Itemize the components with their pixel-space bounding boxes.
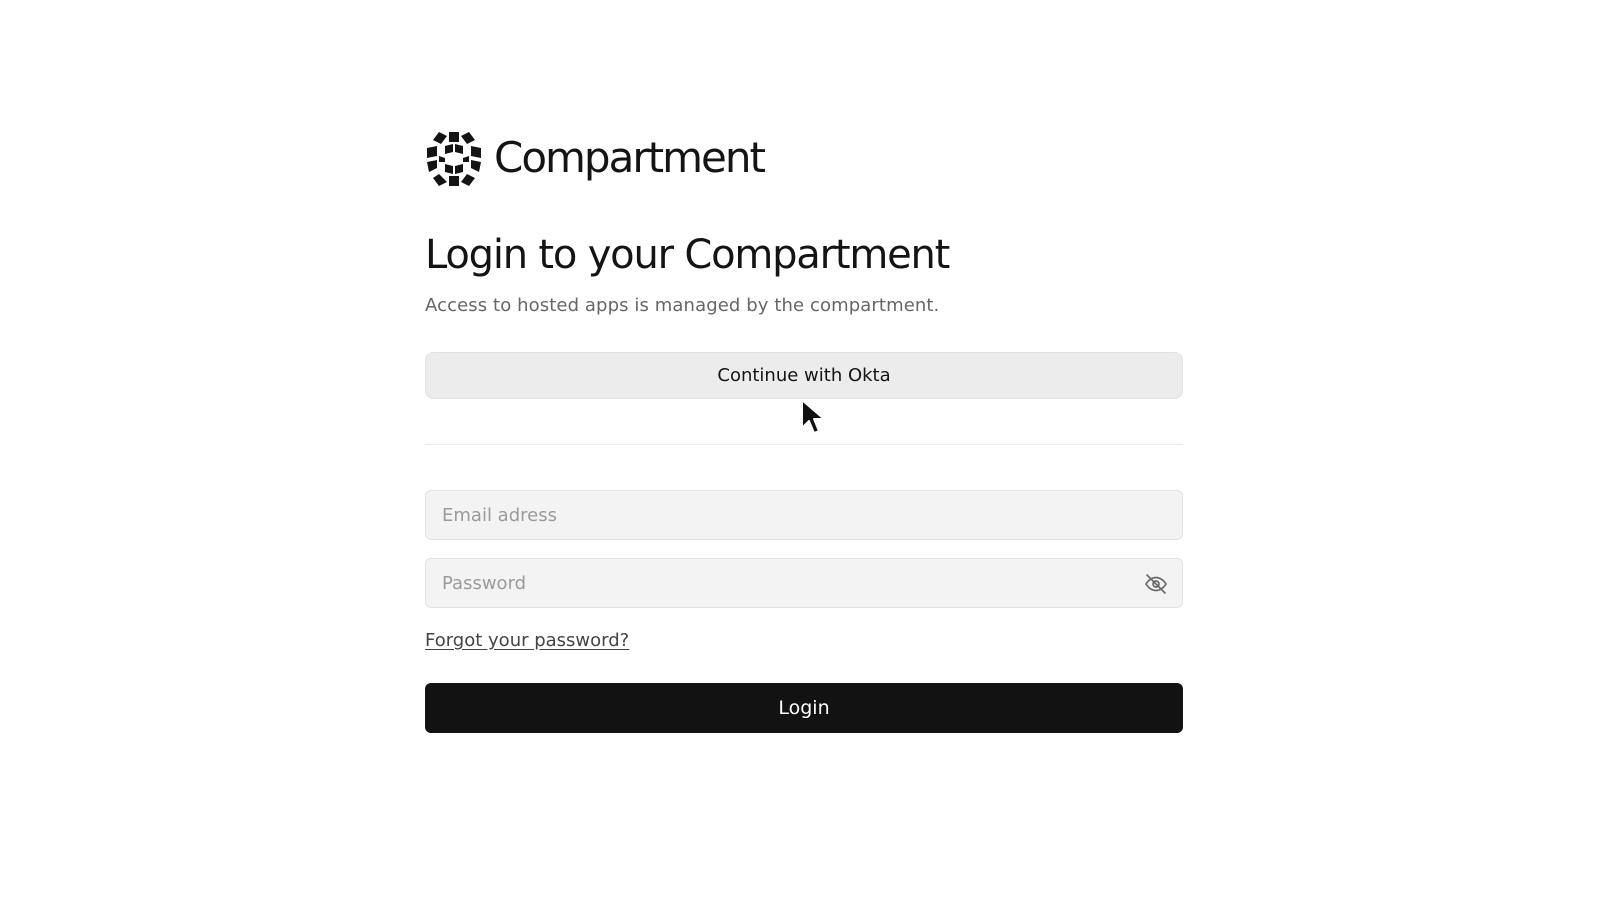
email-field-container <box>425 490 1183 540</box>
divider <box>425 444 1183 445</box>
page-title: Login to your Compartment <box>425 232 950 278</box>
password-field-container <box>425 558 1183 608</box>
eye-off-icon[interactable] <box>1144 572 1168 596</box>
login-page: Compartment Login to your Compartment Ac… <box>0 0 1600 900</box>
password-input[interactable] <box>426 559 1182 607</box>
brand-name: Compartment <box>494 133 766 182</box>
email-input[interactable] <box>426 491 1182 539</box>
login-button[interactable]: Login <box>425 683 1183 733</box>
brand-header: Compartment <box>425 130 1183 188</box>
compartment-logo-icon <box>427 132 481 186</box>
forgot-password-link[interactable]: Forgot your password? <box>425 630 629 651</box>
page-subtitle: Access to hosted apps is managed by the … <box>425 295 940 316</box>
login-card: Compartment Login to your Compartment Ac… <box>425 130 1183 733</box>
continue-with-okta-button[interactable]: Continue with Okta <box>425 352 1183 399</box>
